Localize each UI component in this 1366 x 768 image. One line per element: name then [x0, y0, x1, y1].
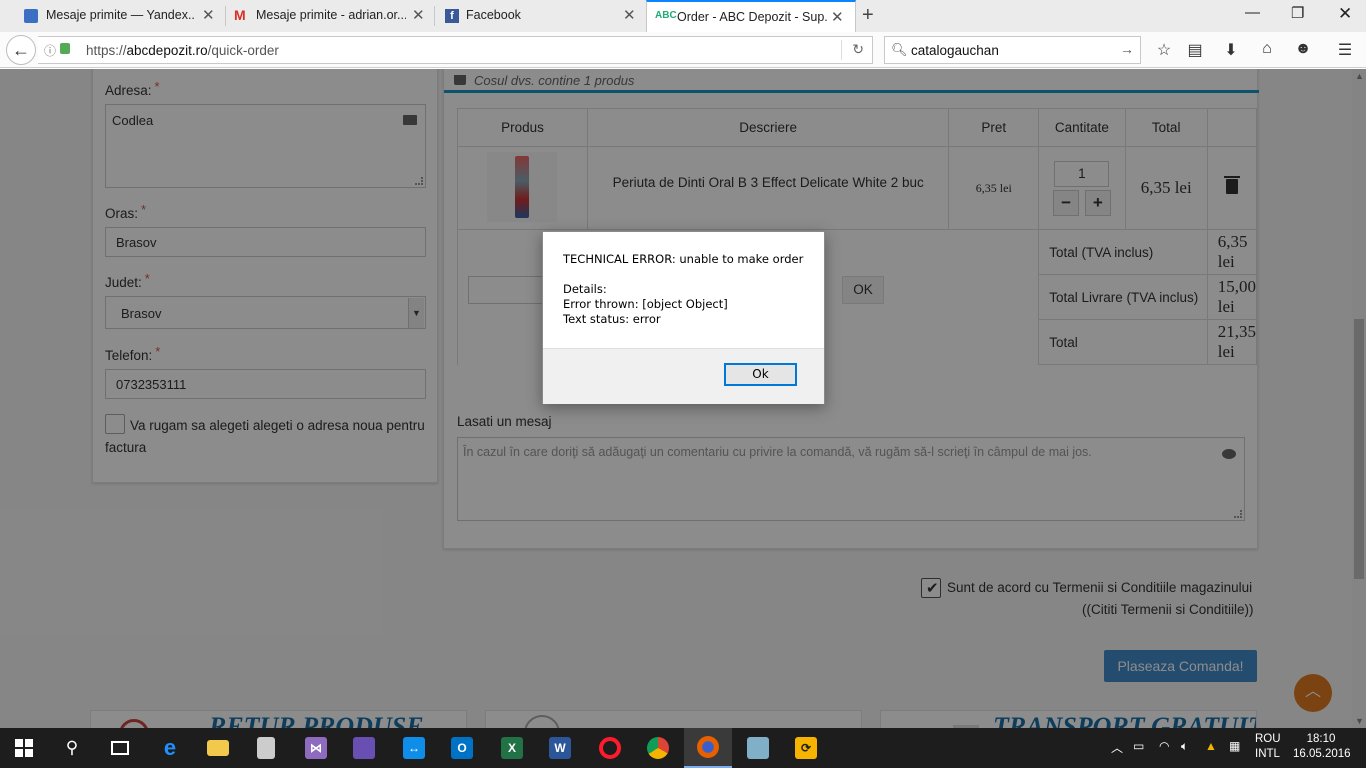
- search-bar[interactable]: 🔍︎ catalogauchan →: [884, 36, 1141, 64]
- tab-strip: Mesaje primite — Yandex.... ✕ M Mesaje p…: [0, 0, 1366, 32]
- back-arrow-icon[interactable]: ←: [6, 35, 36, 65]
- google-drive-icon[interactable]: ▲: [1205, 739, 1217, 753]
- outlook-icon[interactable]: O: [438, 728, 486, 768]
- wifi-icon[interactable]: ◠: [1159, 739, 1169, 753]
- gmail-icon: M: [234, 7, 246, 23]
- clock-date: 16.05.2016: [1293, 748, 1351, 760]
- minimize-icon[interactable]: —: [1245, 4, 1260, 21]
- go-arrow-icon[interactable]: →: [1120, 41, 1134, 57]
- puzzle-app-icon[interactable]: [340, 728, 388, 768]
- abc-logo-icon: ABC: [655, 10, 677, 21]
- opera-icon[interactable]: [586, 728, 634, 768]
- language-code: ROU: [1255, 733, 1281, 745]
- clock-time: 18:10: [1306, 733, 1336, 745]
- teamviewer-icon[interactable]: ↔: [390, 728, 438, 768]
- window-close-icon[interactable]: ✕: [1338, 4, 1352, 24]
- menu-hamburger-icon[interactable]: ☰: [1335, 40, 1355, 60]
- maximize-icon[interactable]: ❐: [1291, 4, 1304, 22]
- close-icon[interactable]: ✕: [623, 6, 636, 24]
- address-bar[interactable]: ⓘ https://abcdepozit.ro/quick-order ↻: [38, 36, 873, 64]
- close-icon[interactable]: ✕: [412, 6, 425, 24]
- visual-studio-icon[interactable]: ⋈: [292, 728, 340, 768]
- error-alert-dialog: TECHNICAL ERROR: unable to make order De…: [542, 231, 825, 404]
- search-input[interactable]: catalogauchan: [911, 43, 999, 58]
- notification-icon[interactable]: ▦: [1229, 739, 1240, 753]
- show-hidden-icons-chevron-icon[interactable]: ︿: [1111, 739, 1123, 756]
- sync-app-icon[interactable]: ⟳: [782, 728, 830, 768]
- reload-icon[interactable]: ↻: [852, 41, 864, 58]
- system-clock[interactable]: 18:10 16.05.2016: [1293, 732, 1351, 762]
- volume-icon[interactable]: 🔈︎: [1181, 739, 1188, 754]
- home-icon[interactable]: ⌂: [1257, 40, 1277, 58]
- search-icon[interactable]: ⚲: [48, 728, 96, 768]
- alert-error-line: TECHNICAL ERROR: unable to make order: [563, 252, 804, 266]
- alert-footer: Ok: [543, 348, 824, 404]
- downloads-icon[interactable]: ⬇: [1221, 40, 1241, 60]
- alert-message: TECHNICAL ERROR: unable to make order De…: [563, 252, 803, 327]
- urlbar-divider: [841, 40, 842, 60]
- facebook-icon: f: [445, 9, 459, 23]
- tab-gmail[interactable]: M Mesaje primite - adrian.or.... ✕: [226, 0, 434, 32]
- hello-chat-icon[interactable]: ☻: [1293, 40, 1313, 58]
- excel-icon[interactable]: X: [488, 728, 536, 768]
- battery-icon[interactable]: ▭: [1133, 739, 1144, 753]
- task-view-icon[interactable]: [96, 728, 144, 768]
- edge-browser-icon[interactable]: e: [146, 728, 194, 768]
- close-icon[interactable]: ✕: [831, 8, 844, 26]
- alert-error-thrown: Error thrown: [object Object]: [563, 297, 728, 311]
- keyboard-layout: INTL: [1255, 748, 1280, 760]
- tab-title: Facebook: [466, 8, 521, 22]
- tab-title: Mesaje primite — Yandex....: [46, 8, 196, 22]
- firefox-icon[interactable]: [684, 728, 732, 768]
- word-icon[interactable]: W: [536, 728, 584, 768]
- tab-yandex[interactable]: Mesaje primite — Yandex.... ✕: [0, 0, 224, 32]
- search-icon: 🔍︎: [891, 42, 908, 57]
- mail-envelope-icon: [24, 9, 38, 23]
- new-tab-plus-icon[interactable]: +: [862, 4, 874, 27]
- store-icon[interactable]: [242, 728, 290, 768]
- chrome-icon[interactable]: [634, 728, 682, 768]
- info-icon[interactable]: ⓘ: [44, 42, 56, 59]
- alert-ok-button[interactable]: Ok: [724, 363, 797, 386]
- file-explorer-icon[interactable]: [194, 728, 242, 768]
- url-text: https://abcdepozit.ro/quick-order: [86, 43, 279, 58]
- alert-details-label: Details:: [563, 282, 607, 296]
- close-icon[interactable]: ✕: [202, 6, 215, 24]
- windows-taskbar: ⚲ e ⋈ ↔ O X W ⟳ ︿ ▭ ◠ 🔈︎ ▲ ▦ ROU INTL 18:…: [0, 728, 1366, 768]
- reading-list-icon[interactable]: ▤: [1185, 40, 1205, 60]
- alert-text-status: Text status: error: [563, 312, 661, 326]
- tab-title: Order - ABC Depozit - Sup...: [677, 10, 827, 24]
- remote-app-icon[interactable]: [734, 728, 782, 768]
- tab-title: Mesaje primite - adrian.or....: [256, 8, 406, 22]
- navigation-toolbar: ← ⓘ https://abcdepozit.ro/quick-order ↻ …: [0, 32, 1366, 68]
- bookmark-star-icon[interactable]: ☆: [1154, 40, 1174, 60]
- lock-icon: [60, 43, 70, 54]
- tab-abc-depozit[interactable]: ABC Order - ABC Depozit - Sup... ✕: [646, 0, 856, 32]
- windows-start-icon[interactable]: [0, 728, 48, 768]
- tab-facebook[interactable]: f Facebook ✕: [435, 0, 645, 32]
- language-indicator[interactable]: ROU INTL: [1255, 732, 1281, 762]
